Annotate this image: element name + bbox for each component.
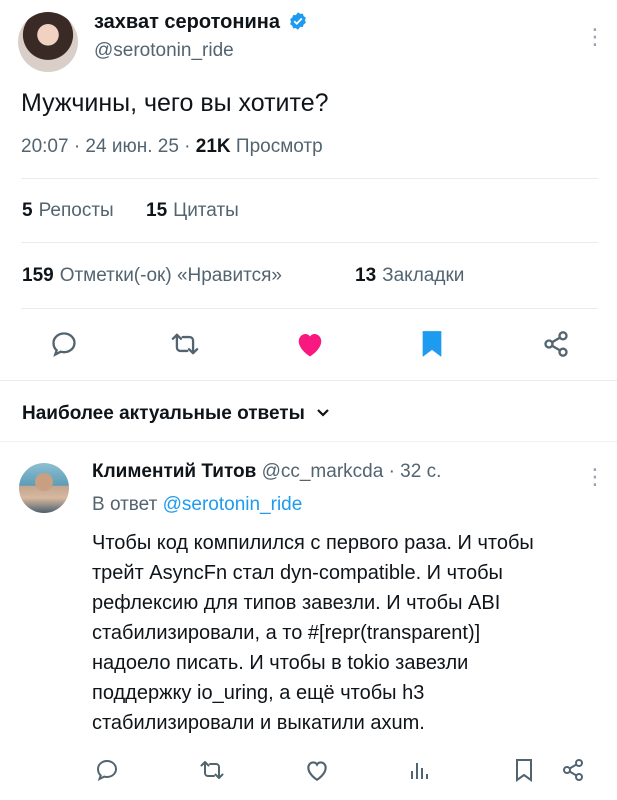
views-icon[interactable] — [407, 758, 431, 782]
share-icon[interactable] — [542, 330, 570, 358]
more-options-icon[interactable]: ⋮ — [584, 26, 606, 48]
reply-author-name[interactable]: Климентий Титов — [92, 461, 256, 482]
retweet-icon[interactable] — [199, 758, 225, 782]
tweet-text: Мужчины, чего вы хотите? — [21, 89, 329, 117]
reposts-count: 5 — [22, 200, 33, 221]
views-count: 21K — [195, 136, 231, 157]
reply-header: Климентий Титов @cc_markcda · 32 с. — [92, 461, 441, 483]
reply-text-line: стабилизировали, а то #[repr(transparent… — [92, 622, 481, 644]
quotes-stat[interactable]: 15 Цитаты — [146, 200, 239, 222]
reply-text-line: рефлексию для типов завезли. И чтобы ABI — [92, 592, 501, 614]
tweet-meta: 20:07 · 24 июн. 25 · 21K Просмотр — [21, 136, 323, 158]
reply-text: Чтобы код компилился с первого раза. И ч… — [92, 528, 607, 738]
divider — [0, 441, 617, 442]
divider — [21, 178, 598, 179]
likes-stat[interactable]: 159 Отметки(-ок) «Нравится» — [22, 265, 282, 287]
bookmark-icon[interactable] — [513, 758, 535, 782]
reply-text-line: трейт AsyncFn стал dyn-compatible. И что… — [92, 562, 503, 584]
quotes-count: 15 — [146, 200, 168, 221]
reply-text-line: поддержку io_uring, а ещё чтобы h3 — [92, 682, 425, 704]
like-icon[interactable] — [295, 330, 325, 358]
reply-text-line: стабилизировали и выкатили axum. — [92, 712, 425, 734]
divider — [21, 242, 598, 243]
share-icon[interactable] — [561, 758, 585, 782]
author-handle[interactable]: @serotonin_ride — [94, 40, 234, 62]
retweet-icon[interactable] — [170, 330, 200, 358]
reply-more-options-icon[interactable]: ⋮ — [584, 466, 606, 488]
chevron-down-icon — [317, 409, 329, 417]
reposts-stat[interactable]: 5 Репосты — [22, 200, 114, 222]
reposts-label: Репосты — [38, 200, 114, 221]
views-label: Просмотр — [235, 136, 323, 157]
verified-badge-icon — [290, 12, 307, 30]
divider — [21, 308, 598, 309]
reply-author-handle[interactable]: @cc_markcda — [262, 461, 384, 482]
quotes-label: Цитаты — [173, 200, 239, 221]
reply-to-prefix: В ответ — [92, 494, 158, 515]
reply-text-line: Чтобы код компилился с первого раза. И ч… — [92, 532, 534, 554]
reply-time[interactable]: · 32 с. — [389, 461, 442, 482]
bookmarks-stat[interactable]: 13 Закладки — [355, 265, 464, 287]
reply-author-avatar[interactable] — [19, 463, 69, 513]
section-divider — [0, 380, 617, 381]
replies-section-title: Наиболее актуальные ответы — [22, 403, 305, 424]
bookmarks-count: 13 — [355, 265, 377, 286]
likes-count: 159 — [22, 265, 54, 286]
author-avatar[interactable] — [18, 12, 78, 72]
author-name[interactable]: захват серотонина — [94, 11, 280, 33]
reply-text-line: надоело писать. И чтобы в tokio завезли — [92, 652, 469, 674]
replies-sort-dropdown[interactable]: Наиболее актуальные ответы — [22, 403, 330, 425]
reply-icon[interactable] — [50, 330, 78, 358]
like-icon[interactable] — [304, 758, 330, 782]
bookmark-icon[interactable] — [420, 330, 444, 358]
bookmarks-label: Закладки — [382, 265, 465, 286]
author-name-row[interactable]: захват серотонина — [94, 11, 308, 34]
tweet-time[interactable]: 20:07 · 24 июн. 25 · — [21, 136, 191, 157]
reply-context: В ответ @serotonin_ride — [92, 494, 302, 516]
reply-icon[interactable] — [95, 758, 119, 782]
likes-label: Отметки(-ок) «Нравится» — [59, 265, 282, 286]
reply-to-handle-link[interactable]: @serotonin_ride — [163, 494, 303, 515]
